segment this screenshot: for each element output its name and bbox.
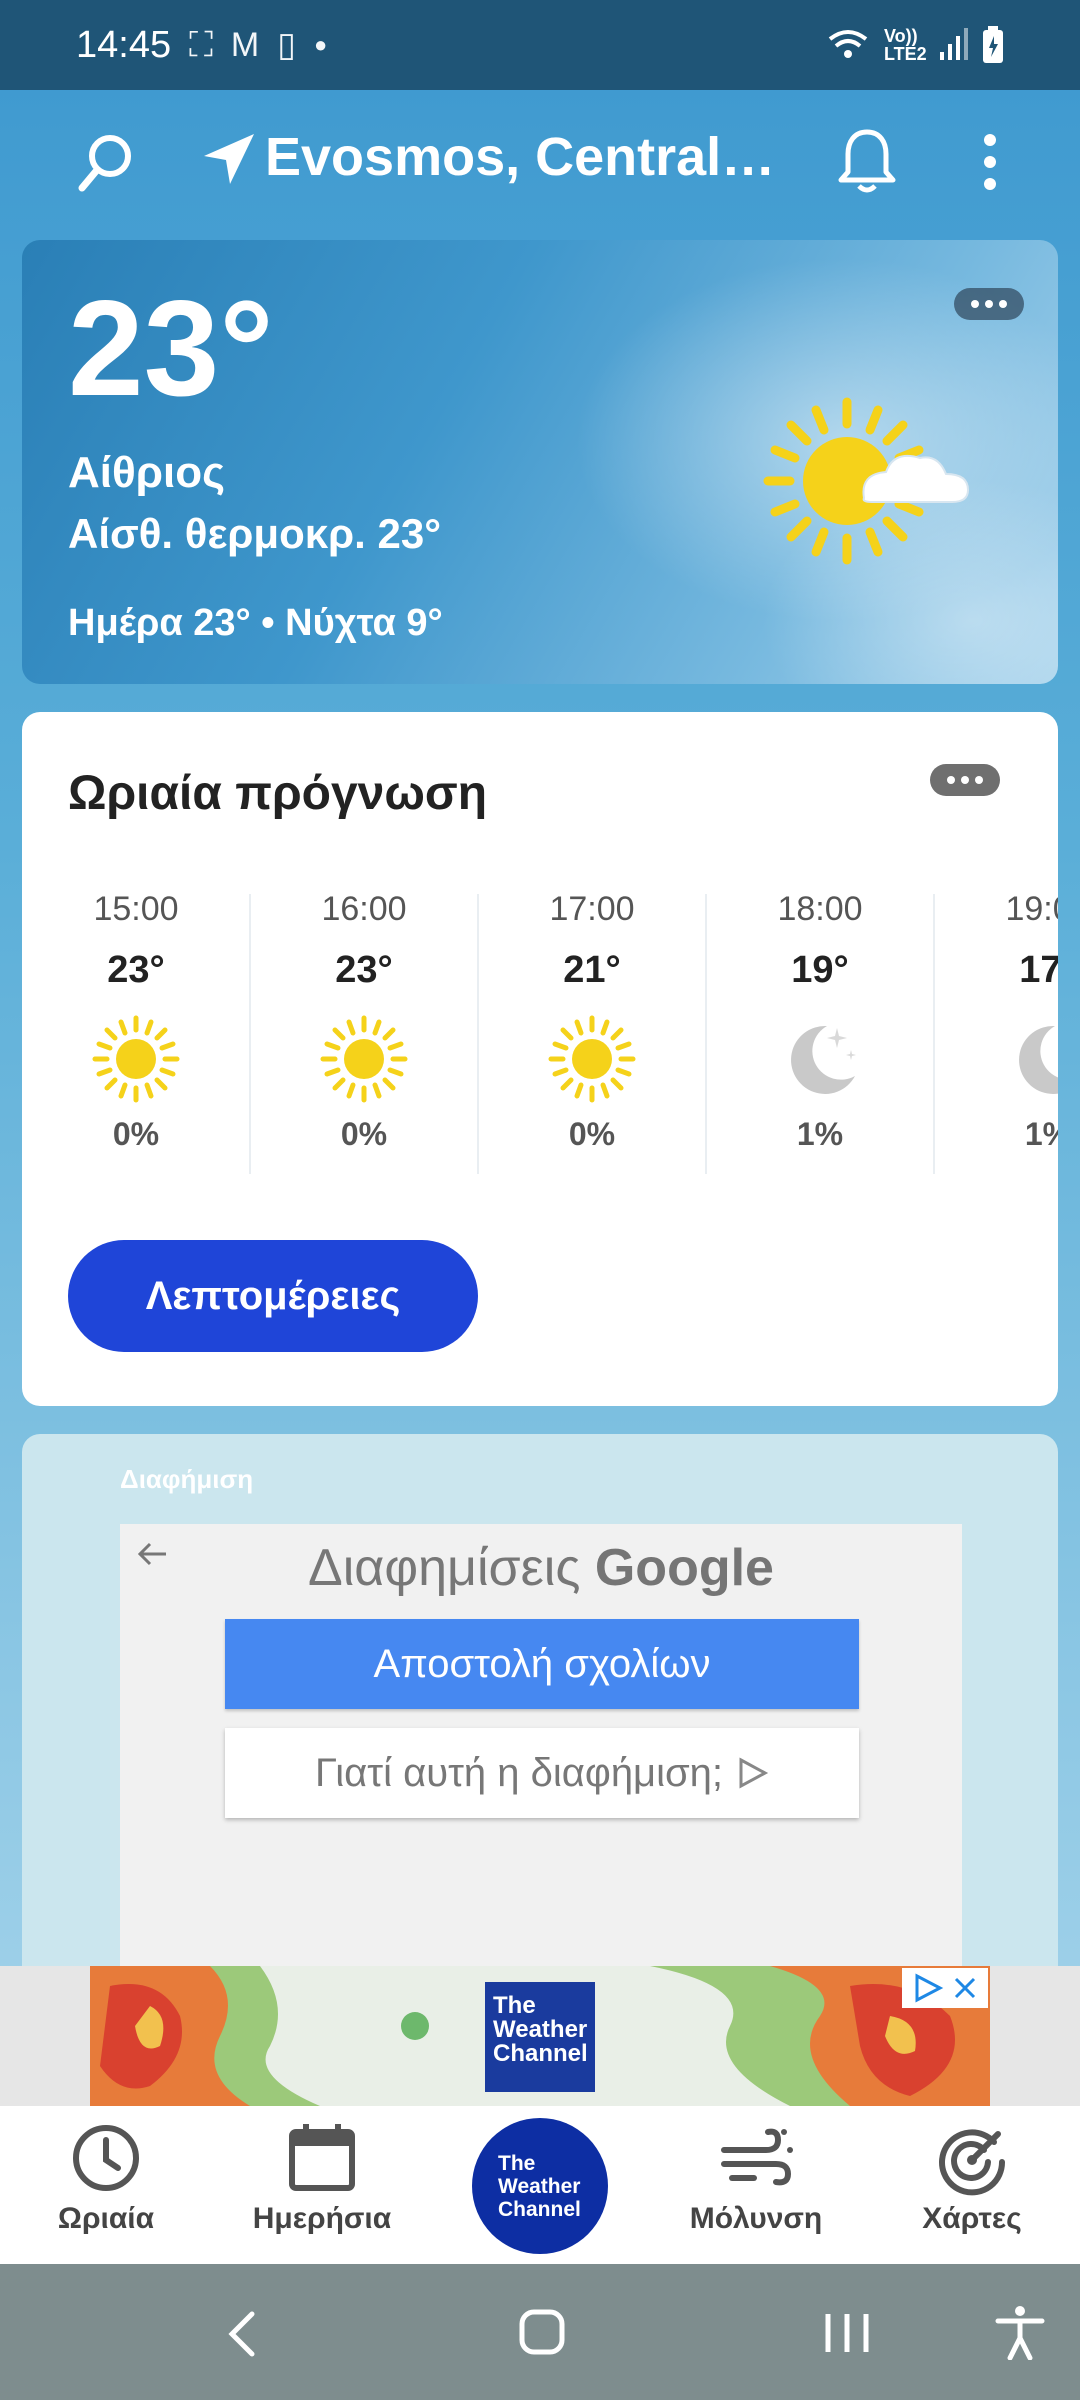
- calendar-icon: [289, 2124, 355, 2191]
- send-feedback-button[interactable]: Αποστολή σχολίων: [225, 1619, 859, 1709]
- sun-icon: [548, 1015, 636, 1103]
- hour-item[interactable]: 18:00 19° 1%: [706, 884, 934, 1174]
- app-bar: Evosmos, Central…: [0, 90, 1080, 240]
- hour-time: 16:00: [321, 890, 407, 928]
- hour-precip: 0%: [340, 1116, 388, 1152]
- sun-icon: [92, 1015, 180, 1103]
- logo-line: The: [493, 1992, 536, 2019]
- phone-icon: ▯: [277, 26, 296, 64]
- gmail-icon: M: [230, 25, 260, 64]
- feels-like: Αίσθ. θερμοκρ. 23°: [68, 510, 441, 557]
- back-icon[interactable]: [222, 2308, 262, 2360]
- why-this-ad-label: Γιατί αυτή η διαφήμιση;: [314, 1750, 724, 1795]
- day-night-temps: Ημέρα 23° • Νύχτα 9°: [68, 602, 443, 644]
- sun-cloud-icon: [763, 397, 970, 565]
- signal-icon: [940, 28, 968, 60]
- wifi-icon: [828, 30, 868, 58]
- current-condition: Αίθριος: [68, 448, 225, 497]
- logo-line: The: [498, 2151, 536, 2175]
- hourly-strip[interactable]: 15:00 23° 0% 16:00 23° 0% 17:00 21° 0% 1…: [22, 884, 1058, 1174]
- current-more-button[interactable]: [954, 288, 1024, 320]
- nav-hourly[interactable]: Ωριαία: [6, 2120, 206, 2236]
- banner-ad-strip: The Weather Channel: [0, 1966, 1080, 2106]
- hour-item[interactable]: 15:00 23° 0%: [22, 884, 250, 1174]
- hour-temp: 21°: [563, 949, 621, 991]
- radar-icon: [939, 2129, 1006, 2196]
- moon-icon: [791, 1025, 856, 1094]
- details-button[interactable]: Λεπτομέρειες: [68, 1240, 478, 1352]
- bottom-nav: Ωριαία Ημερήσια The Weather Channel Μόλυ…: [0, 2106, 1080, 2264]
- hour-item[interactable]: 17:00 21° 0%: [478, 884, 706, 1174]
- hour-temp: 17°: [1019, 949, 1058, 991]
- search-icon[interactable]: [70, 128, 140, 198]
- nav-label: Χάρτες: [922, 2202, 1022, 2235]
- bell-icon[interactable]: [836, 126, 898, 196]
- current-temperature: 23°: [68, 272, 274, 424]
- nav-maps[interactable]: Χάρτες: [872, 2120, 1072, 2236]
- hour-precip: 0%: [568, 1116, 616, 1152]
- ad-choices-icon: [915, 1973, 944, 2003]
- hour-item[interactable]: 19:00 17° 1%: [934, 884, 1058, 1174]
- close-icon[interactable]: [952, 1975, 978, 2001]
- ad-label: Διαφήμιση: [120, 1464, 254, 1494]
- recents-icon[interactable]: [822, 2310, 872, 2356]
- hour-temp: 23°: [335, 949, 393, 991]
- hourly-forecast-card: Ωριαία πρόγνωση 15:00 23° 0% 16:00 23° 0…: [22, 712, 1058, 1406]
- current-conditions-card[interactable]: 23° Αίθριος Αίσθ. θερμοκρ. 23° Ημέρα 23°…: [22, 240, 1058, 684]
- hour-time: 17:00: [549, 890, 635, 928]
- hour-precip: 1%: [796, 1116, 844, 1152]
- hour-time: 18:00: [777, 890, 863, 928]
- ad-header-text: Διαφημίσεις: [308, 1539, 581, 1597]
- hour-precip: 1%: [1024, 1116, 1058, 1152]
- clock-icon: [73, 2125, 139, 2191]
- network-label: Vo)) LTE2: [884, 26, 927, 64]
- nav-daily[interactable]: Ημερήσια: [222, 2120, 422, 2236]
- system-nav-bar: [0, 2264, 1080, 2400]
- dot-icon: ●: [313, 32, 328, 57]
- hour-temp: 19°: [791, 949, 849, 991]
- hourly-title: Ωριαία πρόγνωση: [68, 767, 488, 820]
- wind-icon: [721, 2128, 793, 2186]
- hour-item[interactable]: 16:00 23° 0%: [250, 884, 478, 1174]
- why-this-ad-button[interactable]: Γιατί αυτή η διαφήμιση;: [225, 1728, 859, 1818]
- google-logo-text: Google: [594, 1539, 774, 1597]
- nav-pollution[interactable]: Μόλυνση: [656, 2120, 856, 2236]
- logo-line: Weather: [498, 2174, 581, 2198]
- logo-line: Weather: [493, 2016, 588, 2043]
- nav-label: Ωριαία: [57, 2202, 155, 2235]
- hour-time: 19:00: [1005, 890, 1058, 928]
- ad-choices-badge[interactable]: [902, 1968, 988, 2008]
- home-icon[interactable]: [518, 2308, 566, 2356]
- hour-temp: 23°: [107, 949, 165, 991]
- accessibility-icon[interactable]: [994, 2304, 1046, 2360]
- banner-ad[interactable]: The Weather Channel: [90, 1966, 990, 2106]
- moon-icon: [1019, 1025, 1058, 1094]
- ad-frame: Διαφημίσεις Google Αποστολή σχολίων Γιατ…: [120, 1524, 962, 1994]
- status-time: 14:45: [76, 23, 172, 66]
- ad-card: Διαφήμιση Διαφημίσεις Google Αποστολή σχ…: [22, 1434, 1058, 1994]
- ad-header: Διαφημίσεις Google: [120, 1538, 962, 1598]
- hour-time: 15:00: [93, 890, 179, 928]
- sun-icon: [320, 1015, 408, 1103]
- screenshot-icon: ⛶: [189, 25, 213, 64]
- location-title[interactable]: Evosmos, Central…: [265, 126, 775, 188]
- logo-line: Channel: [493, 2040, 588, 2067]
- hour-precip: 0%: [112, 1116, 160, 1152]
- logo-line: Channel: [498, 2197, 581, 2221]
- hourly-more-button[interactable]: [930, 764, 1000, 796]
- weather-channel-logo: The Weather Channel: [485, 1982, 595, 2092]
- weather-channel-nav-button[interactable]: The Weather Channel: [472, 2118, 608, 2254]
- nav-label: Μόλυνση: [689, 2202, 823, 2235]
- location-arrow-icon: [204, 134, 254, 184]
- more-vert-icon[interactable]: [968, 130, 1012, 194]
- ad-choices-icon: [739, 1757, 769, 1789]
- battery-icon: [983, 26, 1003, 63]
- status-bar: 14:45 ⛶ M ▯ ● Vo)) LTE2: [0, 0, 1080, 90]
- nav-label: Ημερήσια: [252, 2202, 392, 2235]
